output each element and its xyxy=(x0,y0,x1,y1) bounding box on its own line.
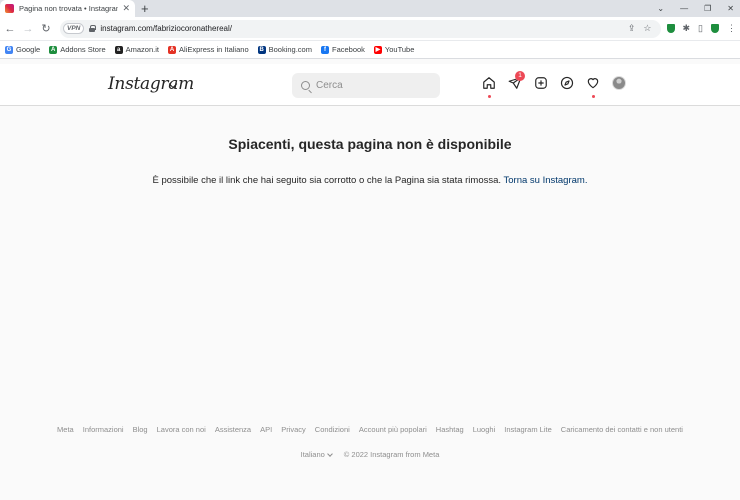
close-tab-icon[interactable]: ✕ xyxy=(122,3,130,14)
bookmark-star-icon[interactable]: ☆ xyxy=(643,23,651,34)
explore-compass-icon[interactable] xyxy=(560,76,574,90)
error-title: Spiacenti, questa pagina non è disponibi… xyxy=(228,136,512,152)
instagram-logo[interactable]: Instagram xyxy=(108,74,194,94)
bookmarks-bar: G Google A Addons Store a Amazon.it A AliExpres… xyxy=(0,41,740,59)
nav-icons: 1 xyxy=(482,71,626,98)
instagram-header: Instagram 1 xyxy=(0,64,740,106)
back-to-instagram-link[interactable]: Torna su Instagram. xyxy=(504,175,588,186)
share-icon[interactable]: ⇪ xyxy=(628,23,636,34)
bookmark-label: Google xyxy=(16,45,41,54)
bookmark-label: Amazon.it xyxy=(125,45,159,54)
bookmark-label: Booking.com xyxy=(268,45,312,54)
extensions-area: ✱ ▯ ⋮ xyxy=(666,23,736,34)
notification-badge: 1 xyxy=(515,71,525,81)
footer-link[interactable]: Informazioni xyxy=(83,425,124,434)
search-input[interactable] xyxy=(316,80,426,91)
footer-link[interactable]: Lavora con noi xyxy=(157,425,206,434)
bookmark-item[interactable]: A AliExpress in Italiano xyxy=(168,45,249,54)
footer-link[interactable]: Condizioni xyxy=(315,425,350,434)
bookmark-label: AliExpress in Italiano xyxy=(179,45,249,54)
browser-tabstrip: Pagina non trovata • Instagram ✕ + ⌄ — ❐… xyxy=(0,0,740,17)
bookmark-item[interactable]: ▶ YouTube xyxy=(373,45,415,54)
bookmark-item[interactable]: a Amazon.it xyxy=(114,45,159,54)
browser-toolbar: ← → ↻ VPN instagram.com/fabriziocoronath… xyxy=(0,17,740,41)
footer-link[interactable]: Instagram Lite xyxy=(504,425,552,434)
footer-link[interactable]: Luoghi xyxy=(473,425,496,434)
browser-tab[interactable]: Pagina non trovata • Instagram ✕ xyxy=(0,0,135,17)
bookmark-item[interactable]: G Google xyxy=(5,45,40,54)
footer-links: Meta Informazioni Blog Lavora con noi Assist… xyxy=(0,425,740,434)
instagram-favicon-icon xyxy=(5,4,14,13)
back-arrow-icon[interactable]: ← xyxy=(4,23,16,35)
footer-link[interactable]: API xyxy=(260,425,272,434)
language-selector[interactable]: Italiano xyxy=(300,450,333,459)
error-message: È possibile che il link che hai seguito … xyxy=(0,175,740,186)
reload-icon[interactable]: ↻ xyxy=(40,22,52,35)
forward-arrow-icon[interactable]: → xyxy=(22,23,34,35)
footer-link[interactable]: Meta xyxy=(57,425,74,434)
bookmark-label: YouTube xyxy=(384,45,415,54)
profile-avatar[interactable] xyxy=(612,76,626,90)
tab-title: Pagina non trovata • Instagram xyxy=(19,4,119,13)
bookmark-favicon-icon: G xyxy=(5,45,13,54)
language-label: Italiano xyxy=(300,450,325,459)
puzzle-extensions-icon[interactable]: ✱ xyxy=(683,23,691,34)
footer-bottom: Italiano © 2022 Instagram from Meta xyxy=(0,450,740,459)
url-text[interactable]: instagram.com/fabriziocoronathereal/ xyxy=(100,24,232,33)
bookmark-favicon-icon: a xyxy=(114,45,123,54)
lock-icon[interactable] xyxy=(89,25,97,32)
bookmark-favicon-icon: f xyxy=(320,45,329,54)
close-window-icon[interactable]: ✕ xyxy=(727,4,734,13)
address-bar[interactable]: VPN instagram.com/fabriziocoronathereal/… xyxy=(60,19,661,38)
bookmark-favicon-icon: A xyxy=(168,45,176,54)
home-icon[interactable] xyxy=(482,76,496,98)
copyright: © 2022 Instagram from Meta xyxy=(343,450,440,459)
vpn-extension-icon[interactable] xyxy=(666,24,675,33)
footer-link[interactable]: Hashtag xyxy=(436,425,464,434)
bookmark-label: Addons Store xyxy=(60,45,106,54)
vpn-badge[interactable]: VPN xyxy=(63,23,85,34)
bookmark-favicon-icon: B xyxy=(257,45,266,54)
activity-indicator-dot xyxy=(592,95,595,98)
bookmark-label: Facebook xyxy=(331,45,365,54)
home-indicator-dot xyxy=(488,95,491,98)
bookmark-item[interactable]: B Booking.com xyxy=(257,45,312,54)
search-icon xyxy=(301,81,310,90)
minimize-icon[interactable]: — xyxy=(680,4,688,13)
error-message-text: È possibile che il link che hai seguito … xyxy=(152,175,502,186)
side-panel-icon[interactable]: ▯ xyxy=(698,23,703,34)
security-extension-icon[interactable] xyxy=(711,24,719,33)
restore-icon[interactable]: ❐ xyxy=(704,4,711,13)
bookmark-favicon-icon: ▶ xyxy=(373,45,382,54)
bookmark-favicon-icon: A xyxy=(49,45,58,54)
tab-search-icon[interactable]: ⌄ xyxy=(657,4,664,13)
new-tab-button[interactable]: + xyxy=(141,0,149,17)
footer-link[interactable]: Caricamento dei contatti e non utenti xyxy=(561,425,683,434)
new-post-icon[interactable] xyxy=(534,76,548,90)
activity-heart-icon[interactable] xyxy=(586,76,600,98)
footer-link[interactable]: Account più popolari xyxy=(359,425,427,434)
footer-link[interactable]: Privacy xyxy=(281,425,306,434)
menu-kebab-icon[interactable]: ⋮ xyxy=(727,23,736,34)
footer-link[interactable]: Assistenza xyxy=(215,425,251,434)
direct-messages-icon[interactable]: 1 xyxy=(508,71,525,90)
bookmark-item[interactable]: A Addons Store xyxy=(49,45,106,54)
footer-link[interactable]: Blog xyxy=(133,425,148,434)
chevron-down-icon xyxy=(326,450,333,457)
search-box[interactable] xyxy=(292,73,440,98)
window-controls: ⌄ — ❐ ✕ xyxy=(657,0,734,17)
bookmark-item[interactable]: f Facebook xyxy=(320,45,365,54)
